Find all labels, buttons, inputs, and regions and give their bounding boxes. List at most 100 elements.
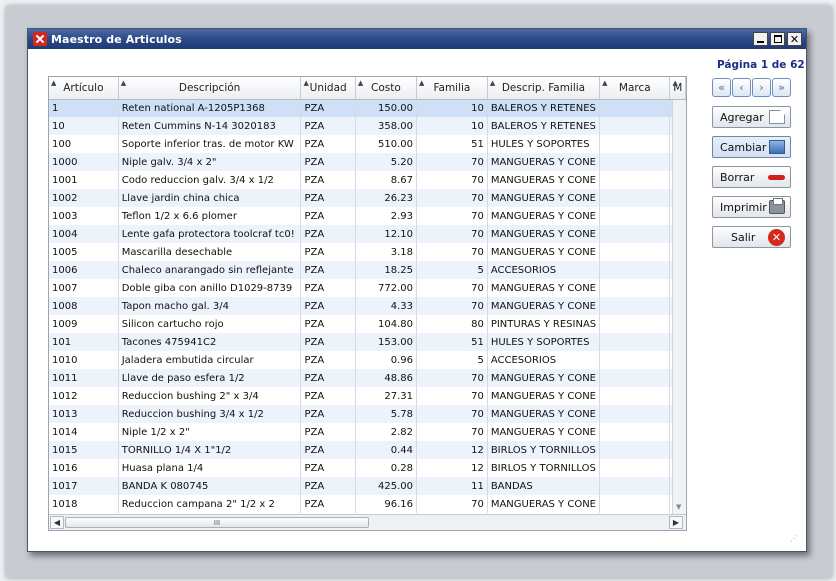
column-header[interactable]: ▲ M [669,77,686,100]
table-cell[interactable]: 70 [416,405,488,423]
table-row[interactable]: 1009 Silicon cartucho rojo PZA 104.80 80 PINT… [49,315,686,333]
column-header[interactable]: ▲ Unidad [300,77,356,100]
table-cell[interactable]: 96.16 [355,495,418,513]
table-cell[interactable]: 1005 [49,243,119,261]
table-cell[interactable]: 358.00 [355,117,418,135]
table-cell[interactable] [599,477,671,495]
table-cell[interactable]: 70 [416,279,488,297]
table-cell[interactable]: PZA [300,405,356,423]
maximize-button[interactable] [770,32,785,46]
table-cell[interactable]: MANGUERAS Y CONE [487,207,601,225]
table-cell[interactable]: 1010 [49,351,119,369]
table-cell[interactable]: 70 [416,207,488,225]
table-cell[interactable]: 5 [416,351,488,369]
table-cell[interactable] [599,279,671,297]
table-cell[interactable]: 510.00 [355,135,418,153]
table-cell[interactable]: PZA [300,297,356,315]
table-cell[interactable]: 1013 [49,405,119,423]
table-cell[interactable] [599,117,671,135]
table-cell[interactable]: PZA [300,459,356,477]
table-cell[interactable]: 70 [416,423,488,441]
table-cell[interactable]: PZA [300,153,356,171]
table-cell[interactable]: MANGUERAS Y CONE [487,405,601,423]
window-titlebar[interactable]: Maestro de Articulos ✕ [28,29,806,49]
table-cell[interactable] [599,441,671,459]
table-cell[interactable]: 1007 [49,279,119,297]
table-cell[interactable]: Jaladera embutida circular [118,351,302,369]
table-cell[interactable]: 0.96 [355,351,418,369]
table-cell[interactable]: 1016 [49,459,119,477]
table-cell[interactable]: 1002 [49,189,119,207]
table-cell[interactable]: Tacones 475941C2 [118,333,302,351]
table-row[interactable]: 1017 BANDA K 080745 PZA 425.00 11 BANDAS [49,477,686,495]
table-cell[interactable]: PZA [300,351,356,369]
table-cell[interactable]: 51 [416,135,488,153]
table-cell[interactable]: MANGUERAS Y CONE [487,423,601,441]
table-cell[interactable]: Llave de paso esfera 1/2 [118,369,302,387]
table-cell[interactable]: ACCESORIOS [487,261,601,279]
table-cell[interactable]: 1015 [49,441,119,459]
table-row[interactable]: 10 Reten Cummins N-14 3020183 PZA 358.00 10 B… [49,117,686,135]
table-cell[interactable]: PZA [300,477,356,495]
table-cell[interactable]: MANGUERAS Y CONE [487,387,601,405]
table-cell[interactable]: 1011 [49,369,119,387]
table-cell[interactable]: BIRLOS Y TORNILLOS [487,441,601,459]
exit-button[interactable]: Salir ✕ [712,226,791,248]
table-cell[interactable]: 1012 [49,387,119,405]
table-cell[interactable]: MANGUERAS Y CONE [487,189,601,207]
table-cell[interactable]: Mascarilla desechable [118,243,302,261]
table-cell[interactable]: 100 [49,135,119,153]
table-cell[interactable]: Codo reduccion galv. 3/4 x 1/2 [118,171,302,189]
table-cell[interactable]: Llave jardin china chica [118,189,302,207]
table-cell[interactable]: 80 [416,315,488,333]
prev-page-button[interactable]: ‹ [732,78,751,97]
table-cell[interactable]: 0.44 [355,441,418,459]
table-cell[interactable] [599,225,671,243]
table-cell[interactable]: 48.86 [355,369,418,387]
table-row[interactable]: 1010 Jaladera embutida circular PZA 0.96 5 AC… [49,351,686,369]
table-cell[interactable]: Doble giba con anillo D1029-8739 [118,279,302,297]
table-cell[interactable]: Chaleco anarangado sin reflejante [118,261,302,279]
table-cell[interactable]: 153.00 [355,333,418,351]
table-cell[interactable]: 1 [49,99,119,117]
table-cell[interactable]: Huasa plana 1/4 [118,459,302,477]
table-cell[interactable]: Silicon cartucho rojo [118,315,302,333]
table-cell[interactable]: 0.28 [355,459,418,477]
table-cell[interactable]: PZA [300,279,356,297]
table-cell[interactable]: PZA [300,333,356,351]
table-cell[interactable]: Reten national A-1205P1368 [118,99,302,117]
table-cell[interactable]: Reduccion campana 2" 1/2 x 2 [118,495,302,513]
table-cell[interactable]: Reten Cummins N-14 3020183 [118,117,302,135]
table-cell[interactable]: PZA [300,495,356,513]
table-cell[interactable]: 5.20 [355,153,418,171]
table-cell[interactable]: Niple galv. 3/4 x 2" [118,153,302,171]
table-cell[interactable]: 1004 [49,225,119,243]
table-row[interactable]: 1016 Huasa plana 1/4 PZA 0.28 12 BIRLOS Y TOR… [49,459,686,477]
table-cell[interactable]: 70 [416,153,488,171]
table-cell[interactable]: PZA [300,135,356,153]
table-cell[interactable]: 5 [416,261,488,279]
minimize-button[interactable] [753,32,768,46]
table-cell[interactable]: BALEROS Y RETENES [487,117,601,135]
table-cell[interactable]: PZA [300,315,356,333]
table-cell[interactable]: 8.67 [355,171,418,189]
table-cell[interactable] [599,135,671,153]
table-cell[interactable]: 1000 [49,153,119,171]
table-cell[interactable]: BIRLOS Y TORNILLOS [487,459,601,477]
table-cell[interactable]: MANGUERAS Y CONE [487,243,601,261]
vertical-scrollbar[interactable]: ▼ [672,100,686,514]
table-cell[interactable]: 5.78 [355,405,418,423]
close-window-button[interactable]: ✕ [787,32,802,46]
table-cell[interactable] [599,99,671,117]
table-cell[interactable]: MANGUERAS Y CONE [487,495,601,513]
table-cell[interactable]: 1009 [49,315,119,333]
table-row[interactable]: 1018 Reduccion campana 2" 1/2 x 2 PZA 96.16… [49,495,686,513]
table-cell[interactable] [599,153,671,171]
scroll-down-icon[interactable]: ▼ [676,503,681,511]
edit-button[interactable]: Cambiar [712,136,791,158]
table-row[interactable]: 1005 Mascarilla desechable PZA 3.18 70 MANGUE… [49,243,686,261]
table-row[interactable]: 1004 Lente gafa protectora toolcraf tc0! P… [49,225,686,243]
table-row[interactable]: 1007 Doble giba con anillo D1029-8739 PZA 7… [49,279,686,297]
table-cell[interactable]: Tapon macho gal. 3/4 [118,297,302,315]
table-cell[interactable]: MANGUERAS Y CONE [487,171,601,189]
